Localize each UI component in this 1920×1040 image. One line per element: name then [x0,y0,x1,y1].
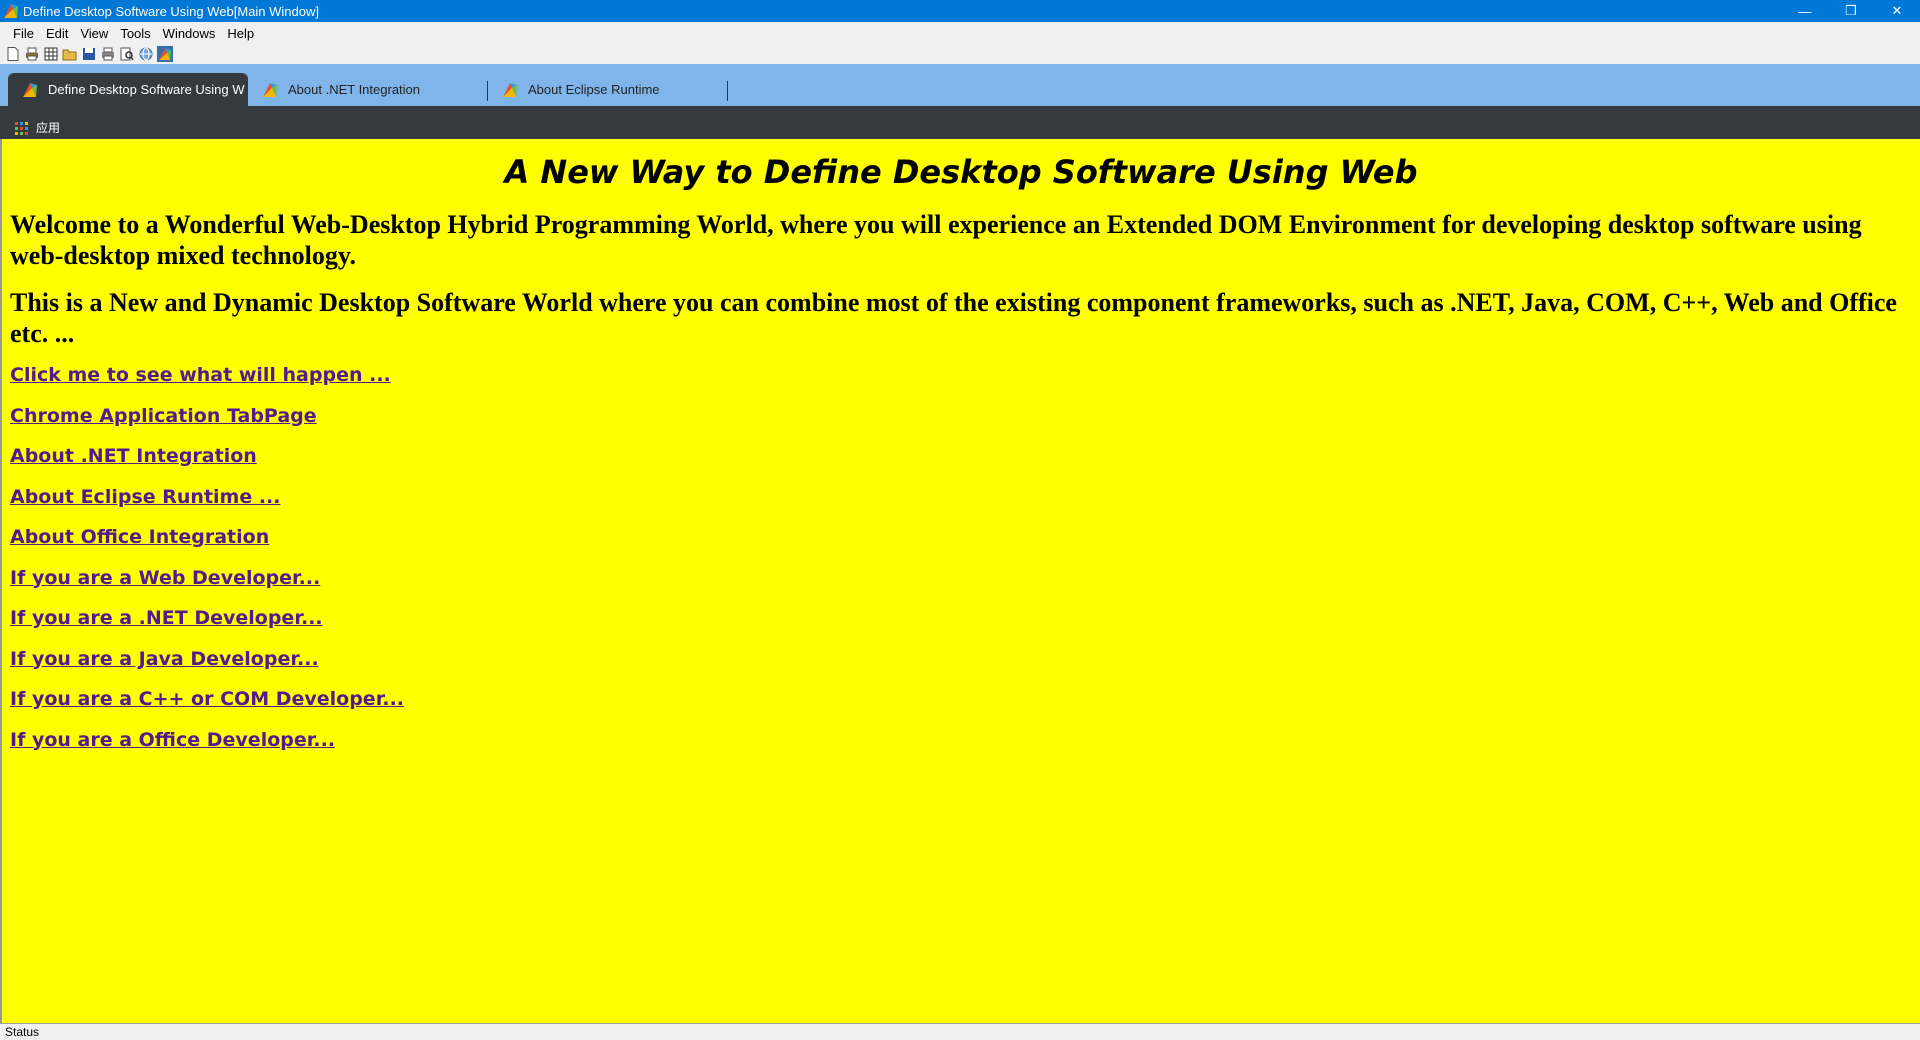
close-button[interactable]: ✕ [1874,0,1920,22]
new-document-icon[interactable] [5,46,21,62]
link-chrome-application-tabpage[interactable]: Chrome Application TabPage [10,403,1920,444]
link-list: Click me to see what will happen ... Chr… [10,362,1920,767]
grid-icon[interactable] [43,46,59,62]
menu-bar: File Edit View Tools Windows Help [0,22,1920,44]
link-java-developer[interactable]: If you are a Java Developer... [10,646,1920,687]
app-icon [263,82,277,97]
printer-icon[interactable] [100,46,116,62]
tab-label: Define Desktop Software Using W [48,82,245,97]
print-preview-icon[interactable] [119,46,135,62]
tab-define-desktop-software[interactable]: Define Desktop Software Using W [8,73,248,106]
link-about-office-integration[interactable]: About Office Integration [10,524,1920,565]
app-icon [23,82,37,97]
link-about-eclipse-runtime[interactable]: About Eclipse Runtime ... [10,484,1920,525]
menu-edit[interactable]: Edit [40,26,74,41]
title-bar: Define Desktop Software Using Web[Main W… [0,0,1920,22]
menu-help[interactable]: Help [221,26,260,41]
tab-label: About Eclipse Runtime [528,82,660,97]
link-net-developer[interactable]: If you are a .NET Developer... [10,605,1920,646]
app-icon [4,4,18,18]
app-icon[interactable] [157,46,173,62]
tab-strip: Define Desktop Software Using W About .N… [0,64,1920,106]
link-click-me[interactable]: Click me to see what will happen ... [10,362,1920,403]
intro-paragraph-dynamic-world: This is a New and Dynamic Desktop Softwa… [10,288,1897,348]
menu-tools[interactable]: Tools [114,26,156,41]
status-text: Status [5,1025,40,1039]
save-icon[interactable] [81,46,97,62]
bookmark-bar: 应用 [0,106,1920,139]
intro-paragraph-welcome: Welcome to a Wonderful Web-Desktop Hybri… [10,210,1862,270]
app-icon [503,82,517,97]
link-office-developer[interactable]: If you are a Office Developer... [10,727,1920,768]
menu-windows[interactable]: Windows [157,26,222,41]
tab-separator [727,81,728,101]
window-title: Define Desktop Software Using Web[Main W… [23,3,319,19]
toolbar [0,44,1920,64]
tab-about-net-integration[interactable]: About .NET Integration [248,73,488,106]
tab-about-eclipse-runtime[interactable]: About Eclipse Runtime [488,73,728,106]
print-icon[interactable] [24,46,40,62]
status-bar: Status [0,1023,1920,1040]
open-folder-icon[interactable] [62,46,78,62]
apps-bookmark-label[interactable]: 应用 [36,119,60,136]
link-web-developer[interactable]: If you are a Web Developer... [10,565,1920,606]
link-cpp-com-developer[interactable]: If you are a C++ or COM Developer... [10,686,1920,727]
restore-button[interactable]: ❐ [1828,0,1874,22]
menu-file[interactable]: File [7,26,40,41]
minimize-button[interactable]: — [1782,0,1828,22]
globe-icon[interactable] [138,46,154,62]
page-title: A New Way to Define Desktop Software Usi… [504,153,1418,191]
menu-view[interactable]: View [74,26,114,41]
apps-grid-icon[interactable] [15,122,29,136]
tab-label: About .NET Integration [288,82,421,97]
link-about-net-integration[interactable]: About .NET Integration [10,443,1920,484]
page-content: A New Way to Define Desktop Software Usi… [2,139,1920,1023]
